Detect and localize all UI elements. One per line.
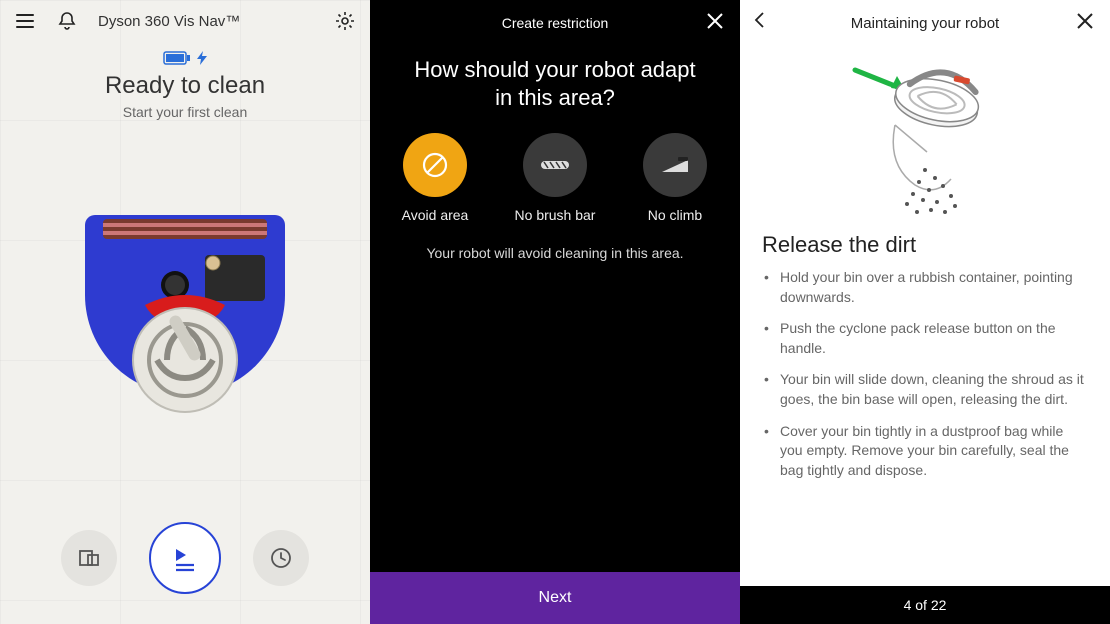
battery-icon — [0, 50, 370, 66]
maintenance-section-title: Release the dirt — [740, 220, 1110, 264]
bottom-dock — [0, 510, 370, 624]
option-label: Avoid area — [402, 207, 469, 223]
bin-illustration — [740, 50, 1110, 220]
restriction-screen: Create restriction How should your robot… — [370, 0, 740, 624]
restriction-options: Avoid area No brush bar No climb — [370, 133, 740, 223]
device-name-label: Dyson 360 Vis Nav™ — [98, 13, 240, 30]
maintenance-screen: Maintaining your robot — [740, 0, 1110, 624]
page-indicator: 4 of 22 — [740, 586, 1110, 624]
maintenance-steps: Hold your bin over a rubbish container, … — [740, 264, 1110, 492]
gear-icon[interactable] — [334, 10, 356, 32]
option-label: No climb — [648, 207, 702, 223]
schedule-button[interactable] — [253, 530, 309, 586]
option-no-brush-bar[interactable]: No brush bar — [507, 133, 603, 223]
page-indicator-label: 4 of 22 — [904, 597, 947, 613]
next-button[interactable]: Next — [370, 572, 740, 624]
close-icon[interactable] — [704, 10, 726, 32]
status-subtitle: Start your first clean — [0, 104, 370, 120]
option-no-climb[interactable]: No climb — [627, 133, 723, 223]
list-item: Push the cyclone pack release button on … — [762, 319, 1088, 358]
list-item: Cover your bin tightly in a dustproof ba… — [762, 422, 1088, 481]
no-entry-icon — [403, 133, 467, 197]
option-label: No brush bar — [515, 207, 596, 223]
option-avoid-area[interactable]: Avoid area — [387, 133, 483, 223]
restriction-question: How should your robot adapt in this area… — [370, 46, 740, 133]
map-button[interactable] — [61, 530, 117, 586]
maintenance-header: Maintaining your robot — [740, 0, 1110, 46]
home-screen: Dyson 360 Vis Nav™ Ready to clean Start … — [0, 0, 370, 624]
status-title: Ready to clean — [0, 72, 370, 100]
robot-image — [0, 120, 370, 510]
maintenance-title: Maintaining your robot — [851, 15, 999, 32]
home-topbar: Dyson 360 Vis Nav™ — [0, 0, 370, 42]
close-icon[interactable] — [1074, 10, 1096, 32]
restriction-title: Create restriction — [502, 15, 609, 31]
brush-icon — [523, 133, 587, 197]
next-button-label: Next — [539, 589, 572, 607]
list-item: Hold your bin over a rubbish container, … — [762, 268, 1088, 307]
restriction-helper-text: Your robot will avoid cleaning in this a… — [370, 245, 740, 261]
list-item: Your bin will slide down, cleaning the s… — [762, 370, 1088, 409]
start-clean-button[interactable] — [149, 522, 221, 594]
restriction-header: Create restriction — [370, 0, 740, 46]
menu-icon[interactable] — [14, 10, 36, 32]
back-icon[interactable] — [750, 10, 770, 30]
ramp-icon — [643, 133, 707, 197]
bell-icon[interactable] — [56, 10, 78, 32]
